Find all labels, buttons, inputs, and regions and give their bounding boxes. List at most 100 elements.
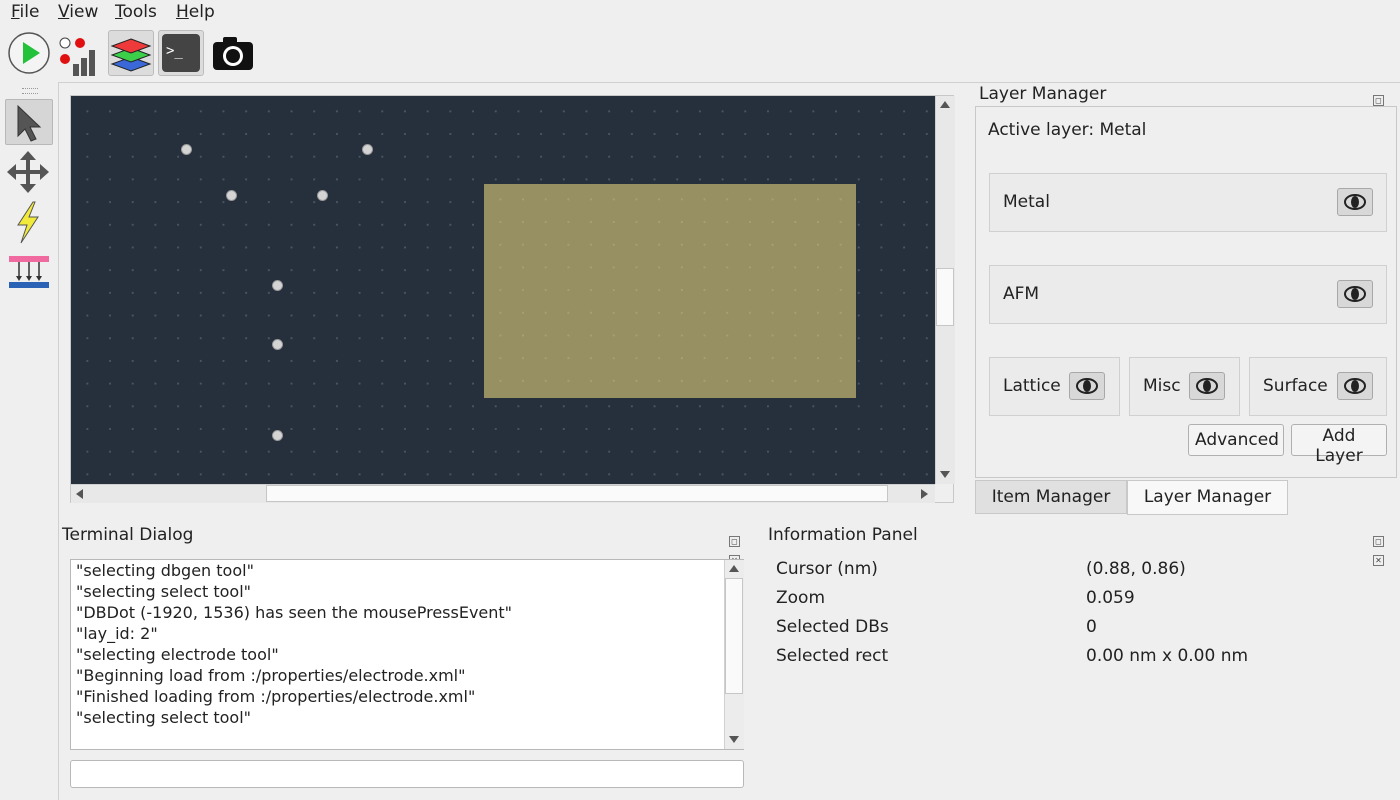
terminal-line: "selecting select tool" [76, 582, 252, 601]
screenshot-button[interactable] [210, 30, 256, 76]
close-icon[interactable]: ✕ [1373, 555, 1384, 566]
camera-icon [213, 37, 253, 70]
eye-icon [1196, 378, 1218, 394]
menu-help[interactable]: Help [176, 2, 215, 22]
visibility-toggle[interactable] [1069, 372, 1105, 400]
terminal-output[interactable]: "selecting dbgen tool" "selecting select… [70, 559, 744, 750]
eye-icon [1344, 378, 1366, 394]
information-panel-title: Information Panel [768, 525, 918, 545]
active-layer-label: Active layer: Metal [988, 120, 1147, 140]
float-icon[interactable]: ◻ [1373, 95, 1384, 106]
layer-card-lattice[interactable]: Lattice [989, 357, 1120, 416]
layer-manager-toggle-button[interactable] [108, 30, 154, 76]
layer-manager-panel: Active layer: Metal Metal AFM Lattice Mi… [975, 106, 1397, 478]
dock-buttons: ◻✕ [1373, 88, 1397, 125]
db-dot[interactable] [317, 190, 328, 201]
terminal-title: Terminal Dialog [62, 525, 194, 545]
info-label-selected-rect: Selected rect [776, 646, 889, 666]
layer-name: Misc [1143, 376, 1181, 396]
terminal-icon: >_ [162, 34, 200, 72]
visibility-toggle[interactable] [1189, 372, 1225, 400]
scroll-down-arrow-icon[interactable] [729, 736, 739, 743]
terminal-input[interactable] [70, 760, 744, 788]
electrode-tool-button[interactable] [5, 199, 53, 245]
scroll-right-arrow-icon[interactable] [921, 489, 928, 499]
terminal-line: "lay_id: 2" [76, 624, 158, 643]
db-dot[interactable] [272, 280, 283, 291]
simulation-visualize-button[interactable] [56, 30, 102, 76]
pointer-arrow-icon [17, 104, 42, 142]
info-value-cursor: (0.88, 0.86) [1086, 559, 1186, 579]
terminal-scrollbar[interactable] [724, 560, 744, 749]
float-icon[interactable]: ◻ [1373, 536, 1384, 547]
canvas-vertical-scrollbar[interactable] [935, 96, 955, 484]
layer-card-surface[interactable]: Surface [1249, 357, 1387, 416]
add-layer-button[interactable]: Add Layer [1291, 424, 1387, 466]
terminal-toggle-button[interactable]: >_ [158, 30, 204, 76]
db-dot[interactable] [181, 144, 192, 155]
tab-layer-manager[interactable]: Layer Manager [1127, 480, 1288, 515]
advanced-button[interactable]: Advanced [1188, 424, 1284, 456]
layer-card-afm[interactable]: AFM [989, 265, 1387, 324]
menu-view[interactable]: View [58, 2, 98, 22]
terminal-line: "selecting select tool" [76, 708, 252, 727]
scroll-left-arrow-icon[interactable] [76, 489, 83, 499]
electrode[interactable] [484, 184, 856, 398]
db-dot[interactable] [362, 144, 373, 155]
scrollbar-thumb[interactable] [725, 578, 743, 694]
move-arrows-icon [7, 151, 49, 193]
scroll-up-arrow-icon[interactable] [729, 565, 739, 572]
db-dot[interactable] [272, 430, 283, 441]
tab-item-manager[interactable]: Item Manager [975, 480, 1127, 514]
info-label-cursor: Cursor (nm) [776, 559, 878, 579]
svg-text:>_: >_ [166, 43, 183, 59]
visibility-toggle[interactable] [1337, 188, 1373, 216]
toolbar-handle[interactable] [22, 88, 38, 94]
layers-icon [110, 38, 152, 72]
info-label-selected-dbs: Selected DBs [776, 617, 889, 637]
layer-card-misc[interactable]: Misc [1129, 357, 1240, 416]
play-icon [8, 32, 50, 74]
scroll-down-arrow-icon[interactable] [940, 471, 950, 478]
menu-file[interactable]: File [11, 2, 39, 22]
sim-results-icon [59, 37, 95, 76]
info-value-selected-dbs: 0 [1086, 617, 1097, 637]
dock-buttons: ◻✕ [1373, 529, 1397, 566]
layer-manager-title: Layer Manager [979, 84, 1107, 104]
info-value-selected-rect: 0.00 nm x 0.00 nm [1086, 646, 1249, 666]
terminal-line: "selecting electrode tool" [76, 645, 279, 664]
terminal-line: "DBDot (-1920, 1536) has seen the mouseP… [76, 603, 513, 622]
terminal-line: "Finished loading from :/properties/elec… [76, 687, 476, 706]
scrollbar-thumb[interactable] [936, 268, 954, 326]
layer-name: Metal [1003, 192, 1050, 212]
layer-card-metal[interactable]: Metal [989, 173, 1387, 232]
layer-name: Lattice [1003, 376, 1061, 396]
dbgen-tool-button[interactable] [5, 249, 53, 295]
visibility-toggle[interactable] [1337, 372, 1373, 400]
info-value-zoom: 0.059 [1086, 588, 1135, 608]
eye-icon [1344, 286, 1366, 302]
select-tool-button[interactable] [5, 99, 53, 145]
scroll-up-arrow-icon[interactable] [940, 101, 950, 108]
dock-buttons: ◻✕ [729, 529, 753, 566]
menu-tools[interactable]: Tools [115, 2, 157, 22]
scrollbar-thumb[interactable] [266, 485, 888, 502]
lightning-icon [17, 201, 39, 244]
menu-bar: File View Tools Help [0, 0, 1400, 26]
eye-icon [1344, 194, 1366, 210]
db-dot[interactable] [272, 339, 283, 350]
drag-tool-button[interactable] [5, 149, 53, 195]
db-generator-icon [9, 256, 49, 288]
tool-strip [0, 82, 59, 800]
visibility-toggle[interactable] [1337, 280, 1373, 308]
eye-icon [1076, 378, 1098, 394]
run-simulation-button[interactable] [6, 30, 52, 76]
layer-name: Surface [1263, 376, 1328, 396]
terminal-line: "selecting dbgen tool" [76, 561, 254, 580]
layer-name: AFM [1003, 284, 1040, 304]
canvas-horizontal-scrollbar[interactable] [71, 484, 935, 503]
float-icon[interactable]: ◻ [729, 536, 740, 547]
terminal-line: "Beginning load from :/properties/electr… [76, 666, 466, 685]
db-dot[interactable] [226, 190, 237, 201]
design-canvas[interactable] [71, 96, 935, 484]
